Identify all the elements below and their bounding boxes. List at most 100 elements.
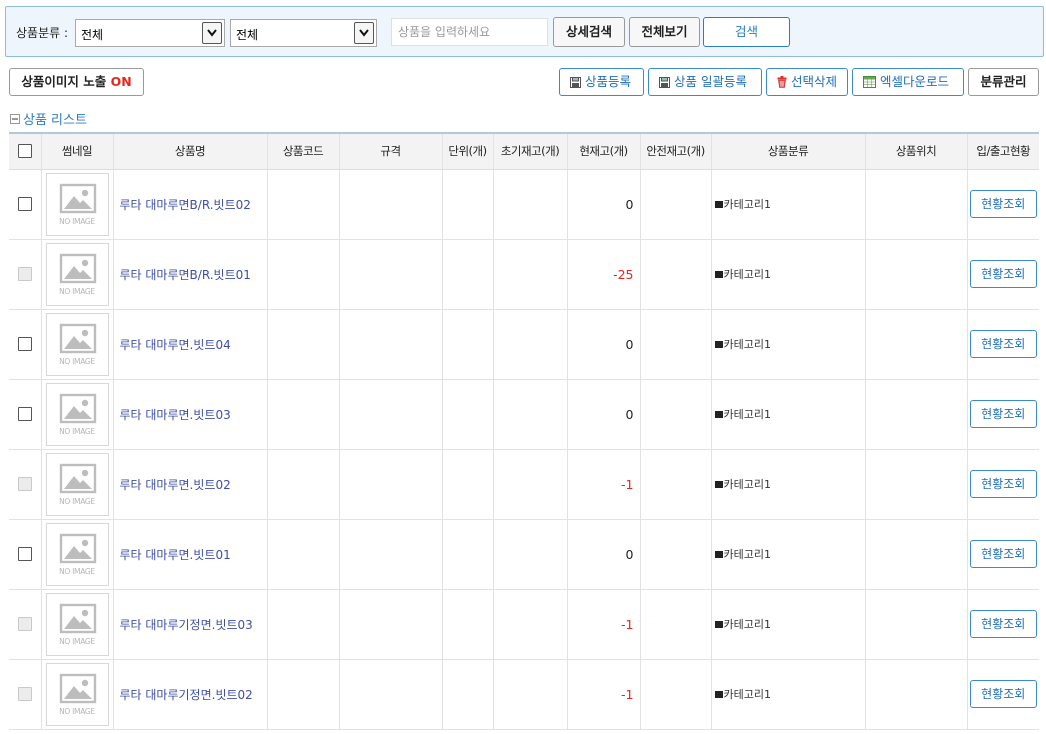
save-icon <box>570 71 581 97</box>
initial-stock-cell <box>492 449 567 520</box>
image-placeholder-icon <box>59 393 96 423</box>
status-cell: 현황조회 <box>966 659 1039 730</box>
detail-search-button[interactable]: 상세검색 <box>553 17 625 47</box>
unit-cell <box>441 379 493 450</box>
bulk-register-button[interactable]: 상품 일괄등록 <box>648 68 762 96</box>
product-name-link[interactable]: 루타 대마루면B/R.빗트01 <box>112 239 267 310</box>
status-view-button[interactable]: 현황조회 <box>969 400 1037 428</box>
row-select-cell[interactable] <box>9 309 41 380</box>
row-select-cell[interactable] <box>9 379 41 450</box>
category-select-secondary[interactable]: 전체 <box>230 19 377 47</box>
square-icon <box>714 341 723 348</box>
row-checkbox[interactable] <box>17 337 32 351</box>
status-view-button[interactable]: 현황조회 <box>969 260 1037 288</box>
product-name-link[interactable]: 루타 대마루기정면.빗트02 <box>112 659 267 730</box>
register-product-button[interactable]: 상품등록 <box>559 68 644 96</box>
product-name-link[interactable]: 루타 대마루기정면.빗트03 <box>112 589 267 660</box>
image-toggle-state: ON <box>110 74 132 89</box>
trash-icon <box>777 71 787 97</box>
no-image-text: NO IMAGE <box>59 356 95 366</box>
column-header: 상품코드 <box>266 132 339 170</box>
delete-selected-label: 선택삭제 <box>791 74 838 89</box>
product-code-cell <box>266 519 339 590</box>
thumbnail: NO IMAGE <box>45 242 109 306</box>
column-header: 상품분류 <box>710 132 865 170</box>
square-icon <box>714 691 723 698</box>
excel-download-button[interactable]: 엑셀다운로드 <box>852 68 964 96</box>
status-view-button[interactable]: 현황조회 <box>969 190 1037 218</box>
unit-cell <box>441 239 493 310</box>
row-checkbox[interactable] <box>17 197 32 211</box>
product-name-link[interactable]: 루타 대마루면.빗트03 <box>112 379 267 450</box>
delete-selected-button[interactable]: 선택삭제 <box>766 68 848 96</box>
status-view-button[interactable]: 현황조회 <box>969 610 1037 638</box>
table-row: NO IMAGE 루타 대마루면.빗트01 0 카테고리1 현황조회 <box>9 519 1039 590</box>
product-search-input[interactable] <box>391 18 548 46</box>
no-image-text: NO IMAGE <box>59 566 95 576</box>
square-icon <box>714 551 723 558</box>
row-select-cell[interactable] <box>9 169 41 240</box>
safety-stock-cell <box>639 309 711 380</box>
status-view-button[interactable]: 현황조회 <box>969 470 1037 498</box>
spec-cell <box>338 659 442 730</box>
initial-stock-cell <box>492 519 567 590</box>
column-header: 썸네일 <box>40 132 113 170</box>
select-all-checkbox[interactable] <box>17 144 32 159</box>
excel-icon <box>863 71 876 97</box>
category-cell: 카테고리1 <box>710 239 865 310</box>
row-select-cell[interactable] <box>9 589 41 660</box>
status-view-button[interactable]: 현황조회 <box>969 680 1037 708</box>
status-view-button[interactable]: 현황조회 <box>969 540 1037 568</box>
safety-stock-cell <box>639 659 711 730</box>
row-select-cell[interactable] <box>9 449 41 520</box>
thumbnail: NO IMAGE <box>45 662 109 726</box>
table-body: NO IMAGE 루타 대마루면B/R.빗트02 0 카테고리1 현황조회 NO… <box>9 169 1039 730</box>
row-select-cell[interactable] <box>9 519 41 590</box>
table-row: NO IMAGE 루타 대마루기정면.빗트02 -1 카테고리1 현황조회 <box>9 659 1039 730</box>
view-all-button[interactable]: 전체보기 <box>629 17 700 47</box>
spec-cell <box>338 169 442 240</box>
square-icon <box>714 411 723 418</box>
spec-cell <box>338 309 442 380</box>
column-header: 입/출고현황 <box>966 132 1039 170</box>
chevron-down-icon[interactable] <box>354 22 374 44</box>
category-manage-button[interactable]: 분류관리 <box>968 68 1039 96</box>
initial-stock-cell <box>492 239 567 310</box>
location-cell <box>864 309 967 380</box>
product-code-cell <box>266 449 339 520</box>
table-header-row: 썸네일 상품명 상품코드 규격 단위(개) 초기재고(개) 현재고(개) 안전재… <box>9 132 1039 170</box>
spec-cell <box>338 519 442 590</box>
image-placeholder-icon <box>59 183 96 213</box>
status-cell: 현황조회 <box>966 589 1039 660</box>
product-name-link[interactable]: 루타 대마루면.빗트02 <box>112 449 267 520</box>
product-name-link[interactable]: 루타 대마루면B/R.빗트02 <box>112 169 267 240</box>
product-name-link[interactable]: 루타 대마루면.빗트01 <box>112 519 267 590</box>
safety-stock-cell <box>639 589 711 660</box>
row-select-cell[interactable] <box>9 239 41 310</box>
image-visibility-toggle[interactable]: 상품이미지 노출 ON <box>9 68 144 96</box>
column-header: 현재고(개) <box>566 132 640 170</box>
status-view-button[interactable]: 현황조회 <box>969 330 1037 358</box>
category-name: 카테고리1 <box>723 198 771 211</box>
row-select-cell[interactable] <box>9 659 41 730</box>
current-stock-cell: -25 <box>566 239 640 310</box>
search-button[interactable]: 검색 <box>703 17 790 47</box>
row-checkbox[interactable] <box>17 547 32 561</box>
spec-cell <box>338 449 442 520</box>
category-cell: 카테고리1 <box>710 589 865 660</box>
current-stock-cell: -1 <box>566 659 640 730</box>
row-checkbox <box>17 687 32 701</box>
chevron-down-icon[interactable] <box>202 22 222 44</box>
product-name-link[interactable]: 루타 대마루면.빗트04 <box>112 309 267 380</box>
spec-cell <box>338 239 442 310</box>
category-select-primary[interactable]: 전체 <box>75 19 225 47</box>
spec-cell <box>338 589 442 660</box>
unit-cell <box>441 659 493 730</box>
table-row: NO IMAGE 루타 대마루기정면.빗트03 -1 카테고리1 현황조회 <box>9 589 1039 660</box>
product-table: 썸네일 상품명 상품코드 규격 단위(개) 초기재고(개) 현재고(개) 안전재… <box>9 132 1039 730</box>
select-all-cell[interactable] <box>9 132 41 170</box>
row-checkbox[interactable] <box>17 407 32 421</box>
unit-cell <box>441 449 493 520</box>
unit-cell <box>441 519 493 590</box>
row-checkbox <box>17 477 32 491</box>
